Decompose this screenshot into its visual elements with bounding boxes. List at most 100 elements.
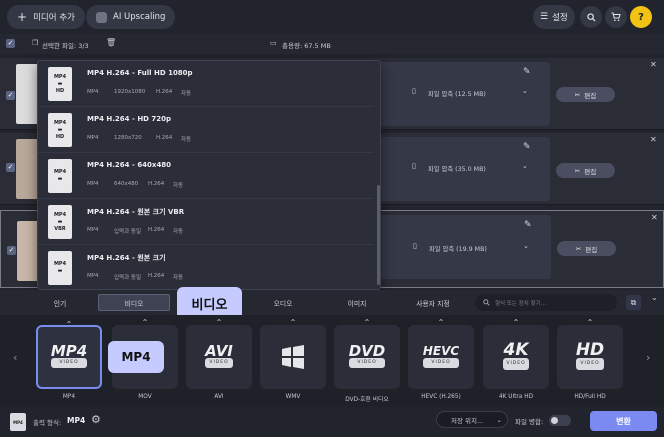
search-icon <box>586 12 596 22</box>
scissors-icon: ✂ <box>574 166 581 175</box>
format-label: HD/Full HD <box>574 394 606 400</box>
files-icon: ❐ <box>32 39 39 47</box>
pencil-icon[interactable]: ✎ <box>523 67 531 77</box>
collapse-chevron-icon[interactable]: ⌄ <box>651 293 658 302</box>
preset-meta: MP4 1920x1080 H.264 자동 <box>87 89 192 97</box>
dvd-logo-icon: DVD VIDEO <box>348 344 386 368</box>
help-icon: ? <box>638 11 644 23</box>
4k-logo-icon: 4K VIDEO <box>503 342 529 370</box>
compress-label[interactable]: 파일 압축 (12.5 MB) <box>428 89 486 98</box>
mp4-file-icon: MP4 ▬ VBR <box>48 205 72 239</box>
pencil-icon[interactable]: ✎ <box>524 220 532 230</box>
menu-icon: ☰ <box>540 12 549 22</box>
format-avi[interactable]: ⌃ AVI VIDEO <box>186 318 252 389</box>
format-hd[interactable]: ⌃ HD VIDEO <box>557 318 623 389</box>
file-checkbox[interactable]: ✓ <box>7 246 16 255</box>
chevron-up-icon: ⌃ <box>141 318 149 327</box>
chevron-down-icon[interactable]: ⌄ <box>522 162 528 170</box>
preset-title: MP4 H.264 - 640x480 <box>87 161 172 169</box>
preset-item[interactable]: MP4 ▬ MP4 H.264 - 640x480 MP4 640x480 H.264… <box>38 153 374 199</box>
chevron-down-icon[interactable]: ⌄ <box>523 242 529 250</box>
chevron-down-icon[interactable]: ⌄ <box>522 87 528 95</box>
preset-item[interactable]: MP4 ▬ HD MP4 H.264 - HD 720p MP4 1280x720 H.… <box>38 107 374 153</box>
search-button[interactable] <box>580 6 602 28</box>
format-wmv[interactable]: ⌃ <box>260 318 326 389</box>
gear-icon[interactable]: ⚙ <box>91 413 101 426</box>
tab-image[interactable]: 이미지 <box>322 294 392 311</box>
select-all-checkbox[interactable]: ✓ <box>6 39 15 48</box>
scroll-left-chevron-icon[interactable]: ‹ <box>13 351 17 364</box>
compress-icon: ▯ <box>412 162 416 170</box>
remove-file-icon[interactable]: ✕ <box>650 60 657 69</box>
mp4-file-icon: MP4 ▬ HD <box>48 67 72 101</box>
format-dvd[interactable]: ⌃ DVD VIDEO <box>334 318 400 389</box>
compress-label[interactable]: 파일 압축 (19.9 MB) <box>429 244 487 253</box>
compress-icon: ▯ <box>413 242 417 250</box>
save-location-select[interactable]: 저장 위치... ⌄ <box>436 411 508 428</box>
ai-icon <box>96 11 107 23</box>
dropdown-scrollbar[interactable] <box>377 185 380 285</box>
preset-item[interactable]: MP4 ▬ VBR MP4 H.264 - 원본 크기 VBR MP4 입력과 동일 H… <box>38 199 374 245</box>
top-toolbar: + 미디어 추가 AI Upscaling ☰ 설정 ? <box>0 0 664 34</box>
preset-meta: MP4 입력과 동일 H.264 자동 <box>87 273 184 281</box>
format-mp4[interactable]: ⌃ MP4 VIDEO <box>36 320 102 389</box>
compress-label[interactable]: 파일 압축 (35.0 MB) <box>428 164 486 173</box>
tab-video[interactable]: 비디오 <box>98 294 170 311</box>
output-format-label: 출력 형식: <box>33 419 62 427</box>
selection-bar: ✓ ❐ 선택한 파일: 3/3 🗑 ▭ 총용량: 67.5 MB <box>0 34 664 54</box>
preset-title: MP4 H.264 - HD 720p <box>87 115 172 123</box>
chevron-up-icon: ⌃ <box>586 318 594 327</box>
add-media-button[interactable]: + 미디어 추가 <box>7 5 85 29</box>
tab-popular[interactable]: 인기 <box>22 294 98 311</box>
mp4-logo-icon: MP4 VIDEO <box>50 344 88 368</box>
preset-title: MP4 H.264 - Full HD 1080p <box>87 69 193 77</box>
settings-button[interactable]: ☰ 설정 <box>533 5 575 29</box>
preset-item[interactable]: MP4 ▬ HD MP4 H.264 - Full HD 1080p MP4 1920… <box>38 61 374 107</box>
edit-button[interactable]: ✂ 편집 <box>557 241 616 256</box>
add-media-label: 미디어 추가 <box>33 13 75 23</box>
output-settings-panel: ✎ ▯ 파일 압축 (35.0 MB) ⌄ <box>376 137 550 201</box>
cart-button[interactable] <box>605 6 627 28</box>
format-label: MOV <box>138 394 152 400</box>
hd-logo-icon: HD VIDEO <box>575 342 605 370</box>
remove-file-icon[interactable]: ✕ <box>650 135 657 144</box>
format-tabs-bar: 인기 비디오 오디오 이미지 사용자 지정 형식 또는 장치 찾기... ⧉ ⌄ <box>0 290 664 315</box>
preset-dropdown: MP4 ▬ HD MP4 H.264 - Full HD 1080p MP4 1920… <box>37 60 381 290</box>
tab-custom[interactable]: 사용자 지정 <box>394 294 472 311</box>
total-size: 총용량: 67.5 MB <box>282 42 331 50</box>
merge-files-toggle[interactable] <box>549 415 571 426</box>
scissors-icon: ✂ <box>574 90 581 99</box>
video-thumbnail <box>16 139 38 199</box>
preset-item[interactable]: MP4 ▬ MP4 H.264 - 원본 크기 MP4 입력과 동일 H.264 자동 <box>38 245 374 291</box>
settings-label: 설정 <box>552 13 568 23</box>
format-search-input[interactable]: 형식 또는 장치 찾기... <box>475 294 617 311</box>
file-checkbox[interactable]: ✓ <box>6 163 15 172</box>
trash-icon[interactable]: 🗑 <box>106 38 116 47</box>
file-checkbox[interactable]: ✓ <box>6 91 15 100</box>
format-label: DVD-호환 비디오 <box>345 397 389 403</box>
mp4-file-icon: MP4 ▬ HD <box>48 113 72 147</box>
chevron-up-icon: ⌃ <box>289 318 297 327</box>
scissors-icon: ✂ <box>575 244 582 253</box>
mp4-file-icon: MP4 ▬ <box>48 251 72 285</box>
format-hevc[interactable]: ⌃ HEVC VIDEO <box>408 318 474 389</box>
preset-meta: MP4 입력과 동일 H.264 자동 <box>87 227 184 235</box>
edit-button[interactable]: ✂ 편집 <box>556 87 615 102</box>
preset-meta: MP4 1280x720 H.264 자동 <box>87 135 192 143</box>
tab-audio[interactable]: 오디오 <box>245 294 321 311</box>
remove-file-icon[interactable]: ✕ <box>651 213 658 222</box>
video-thumbnail <box>17 221 39 281</box>
ai-upscaling-button[interactable]: AI Upscaling <box>86 5 176 29</box>
output-format-icon: MP4 <box>10 413 26 431</box>
help-button[interactable]: ? <box>630 6 652 28</box>
preset-title: MP4 H.264 - 원본 크기 <box>87 254 166 262</box>
convert-button[interactable]: 변환 <box>590 411 657 431</box>
output-settings-panel: ✎ ▯ 파일 압축 (19.9 MB) ⌄ <box>377 215 551 279</box>
preset-settings-icon[interactable]: ⧉ <box>626 295 641 310</box>
pencil-icon[interactable]: ✎ <box>523 142 531 152</box>
file-size-icon: ▭ <box>270 39 277 47</box>
mp4-file-icon: MP4 ▬ <box>48 159 72 193</box>
edit-button[interactable]: ✂ 편집 <box>556 163 615 178</box>
format-4k[interactable]: ⌃ 4K VIDEO <box>483 318 549 389</box>
scroll-right-chevron-icon[interactable]: › <box>646 351 650 364</box>
